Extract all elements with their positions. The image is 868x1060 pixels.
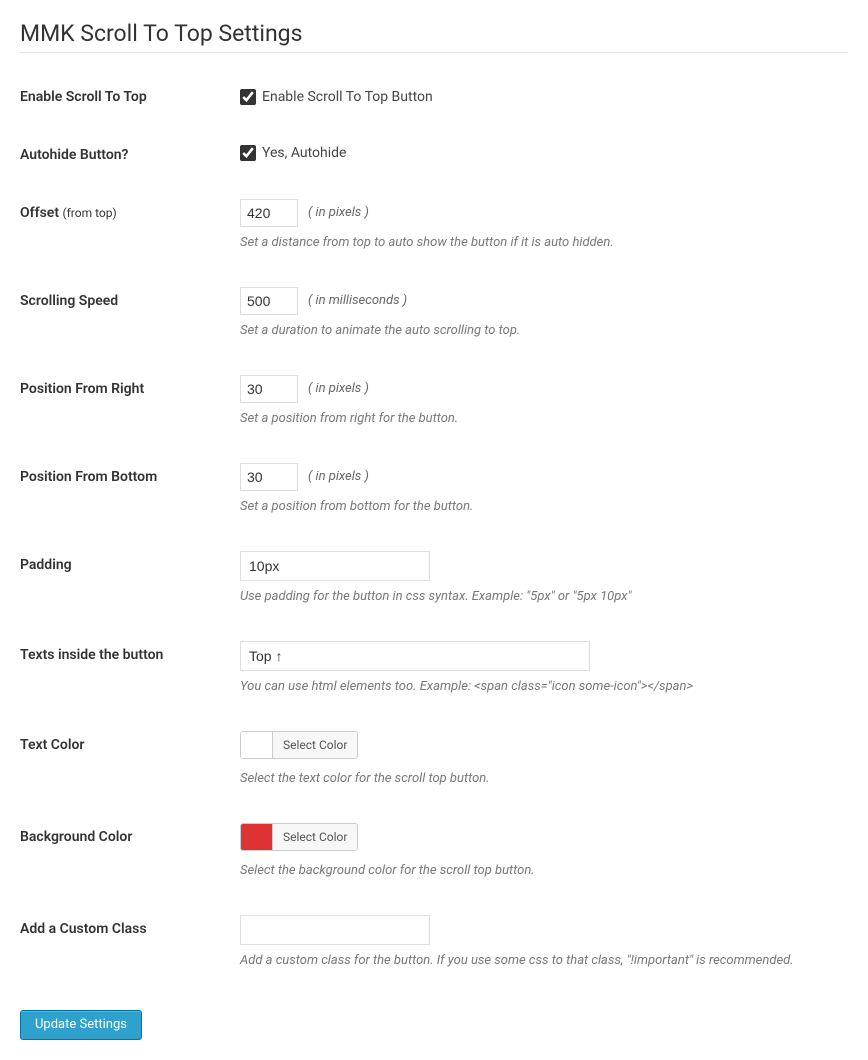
padding-description: Use padding for the button in css syntax… bbox=[240, 589, 838, 606]
texts-label: Texts inside the button bbox=[20, 626, 240, 716]
text-color-description: Select the text color for the scroll top… bbox=[240, 771, 838, 788]
padding-input[interactable] bbox=[240, 551, 430, 581]
bg-color-label: Background Color bbox=[20, 808, 240, 900]
custom-class-input[interactable] bbox=[240, 915, 430, 945]
offset-input[interactable] bbox=[240, 199, 298, 227]
bg-color-button[interactable]: Select Color bbox=[273, 824, 357, 850]
enable-label: Enable Scroll To Top bbox=[20, 78, 240, 126]
pos-right-unit: ( in pixels ) bbox=[308, 381, 369, 398]
offset-unit: ( in pixels ) bbox=[308, 205, 369, 222]
offset-description: Set a distance from top to auto show the… bbox=[240, 235, 838, 252]
enable-checkbox-wrap[interactable]: Enable Scroll To Top Button bbox=[240, 88, 838, 106]
page-title: MMK Scroll To Top Settings bbox=[20, 10, 848, 52]
text-color-label: Text Color bbox=[20, 716, 240, 808]
texts-description: You can use html elements too. Example: … bbox=[240, 679, 838, 696]
custom-class-label: Add a Custom Class bbox=[20, 900, 240, 990]
text-color-swatch[interactable] bbox=[241, 732, 273, 758]
autohide-checkbox-label: Yes, Autohide bbox=[262, 144, 346, 162]
pos-bottom-unit: ( in pixels ) bbox=[308, 469, 369, 486]
speed-description: Set a duration to animate the auto scrol… bbox=[240, 323, 838, 340]
enable-checkbox-label: Enable Scroll To Top Button bbox=[262, 88, 433, 106]
text-color-button[interactable]: Select Color bbox=[273, 732, 357, 758]
pos-right-description: Set a position from right for the button… bbox=[240, 411, 838, 428]
enable-checkbox[interactable] bbox=[240, 89, 256, 105]
autohide-checkbox[interactable] bbox=[240, 145, 256, 161]
pos-bottom-label: Position From Bottom bbox=[20, 448, 240, 536]
custom-class-description: Add a custom class for the button. If yo… bbox=[240, 953, 838, 970]
pos-bottom-description: Set a position from bottom for the butto… bbox=[240, 499, 838, 516]
autohide-checkbox-wrap[interactable]: Yes, Autohide bbox=[240, 144, 838, 162]
speed-input[interactable] bbox=[240, 287, 298, 315]
settings-form-table: Enable Scroll To Top Enable Scroll To To… bbox=[20, 78, 848, 990]
text-color-picker[interactable]: Select Color bbox=[240, 731, 358, 759]
bg-color-picker[interactable]: Select Color bbox=[240, 823, 358, 851]
pos-right-input[interactable] bbox=[240, 375, 298, 403]
pos-bottom-input[interactable] bbox=[240, 463, 298, 491]
update-settings-button[interactable]: Update Settings bbox=[20, 1010, 142, 1040]
offset-label: Offset (from top) bbox=[20, 184, 240, 272]
pos-right-label: Position From Right bbox=[20, 360, 240, 448]
autohide-label: Autohide Button? bbox=[20, 126, 240, 184]
texts-input[interactable] bbox=[240, 641, 590, 671]
padding-label: Padding bbox=[20, 536, 240, 626]
speed-unit: ( in milliseconds ) bbox=[308, 293, 407, 310]
speed-label: Scrolling Speed bbox=[20, 272, 240, 360]
bg-color-description: Select the background color for the scro… bbox=[240, 863, 838, 880]
bg-color-swatch[interactable] bbox=[241, 824, 273, 850]
